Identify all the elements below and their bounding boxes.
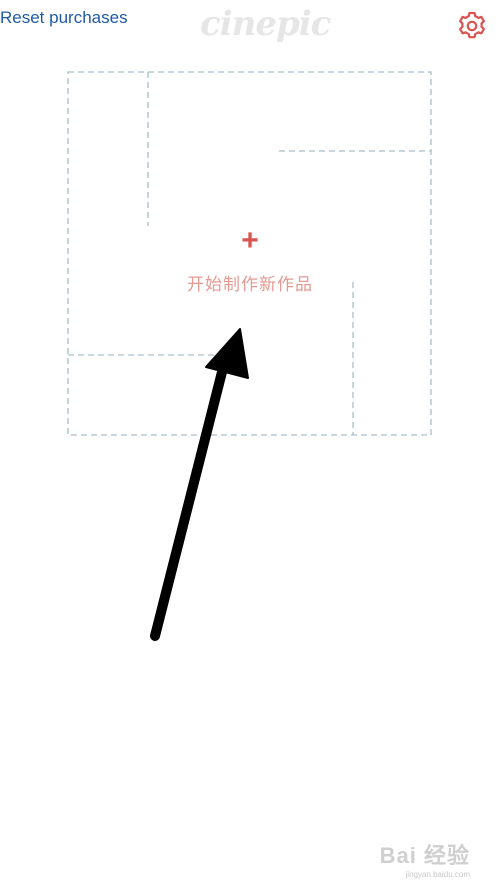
create-new-label: 开始制作新作品: [187, 275, 313, 295]
create-new-project-button[interactable]: + 开始制作新作品: [150, 226, 350, 300]
watermark-text: Bai 经验: [379, 843, 470, 868]
plus-icon: +: [241, 224, 259, 257]
watermark: Bai 经验 jingyan.baidu.com: [320, 838, 470, 879]
watermark-url: jingyan.baidu.com: [405, 870, 470, 879]
